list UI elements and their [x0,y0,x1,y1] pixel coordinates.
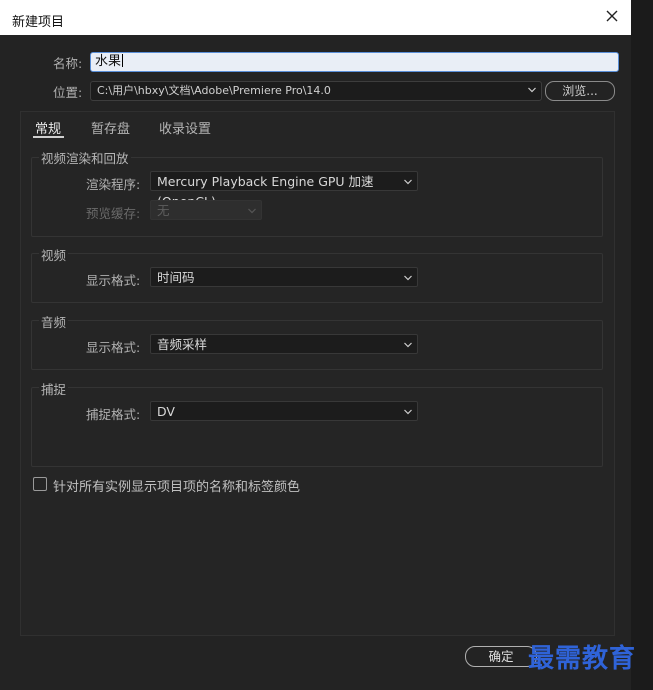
title-bar: 新建项目 [0,0,631,35]
renderer-label: 渲染程序: [86,177,141,192]
tab-scratch-disks[interactable]: 暂存盘 [91,118,130,137]
location-dropdown[interactable]: C:\用户\hbxy\文档\Adobe\Premiere Pro\14.0 [90,81,542,101]
show-labels-checkbox[interactable] [33,477,47,491]
show-labels-checkbox-label: 针对所有实例显示项目项的名称和标签颜色 [53,480,301,495]
audio-format-label: 显示格式: [86,340,141,355]
chevron-down-icon [404,342,412,348]
video-format-label: 显示格式: [86,273,141,288]
name-value: 水果 [95,54,122,69]
video-format-dropdown[interactable]: 时间码 [150,267,418,287]
capture-group-title: 捕捉 [39,379,69,398]
chevron-down-icon [528,87,536,93]
audio-format-dropdown[interactable]: 音频采样 [150,334,418,354]
active-tab-indicator [33,136,64,138]
window-title: 新建项目 [12,15,65,30]
background-strip [631,0,653,690]
capture-format-label: 捕捉格式: [86,407,141,422]
preview-cache-dropdown: 无 [150,200,262,220]
watermark-logo: 最需教育 [528,644,637,674]
ok-button[interactable]: 确定 [465,646,537,667]
preview-cache-value: 无 [157,203,170,218]
audio-format-value: 音频采样 [157,337,208,352]
location-value: C:\用户\hbxy\文档\Adobe\Premiere Pro\14.0 [97,84,331,97]
capture-format-dropdown[interactable]: DV [150,401,418,421]
chevron-down-icon [404,179,412,185]
new-project-dialog: 名称: 水果 位置: C:\用户\hbxy\文档\Adobe\Premiere … [0,35,635,690]
capture-group [31,387,603,467]
text-caret [122,54,124,67]
video-group-title: 视频 [39,245,69,264]
render-playback-group [31,157,603,237]
chevron-down-icon [404,409,412,415]
tab-ingest-settings[interactable]: 收录设置 [159,118,211,137]
render-group-title: 视频渲染和回放 [39,148,131,167]
capture-format-value: DV [157,404,175,419]
renderer-dropdown[interactable]: Mercury Playback Engine GPU 加速 (OpenCL) [150,171,418,209]
name-input[interactable]: 水果 [90,52,619,72]
audio-group-title: 音频 [39,312,69,331]
chevron-down-icon [404,275,412,281]
location-label: 位置: [53,85,83,100]
video-format-value: 时间码 [157,270,195,285]
settings-panel: 常规 暂存盘 收录设置 视频渲染和回放 渲染程序: Mercury Playba… [20,111,615,636]
tab-general[interactable]: 常规 [35,118,61,137]
preview-cache-label: 预览缓存: [86,206,141,221]
browse-button[interactable]: 浏览... [545,81,615,101]
close-icon[interactable] [603,7,621,25]
chevron-down-icon [248,208,256,214]
name-label: 名称: [53,56,83,71]
